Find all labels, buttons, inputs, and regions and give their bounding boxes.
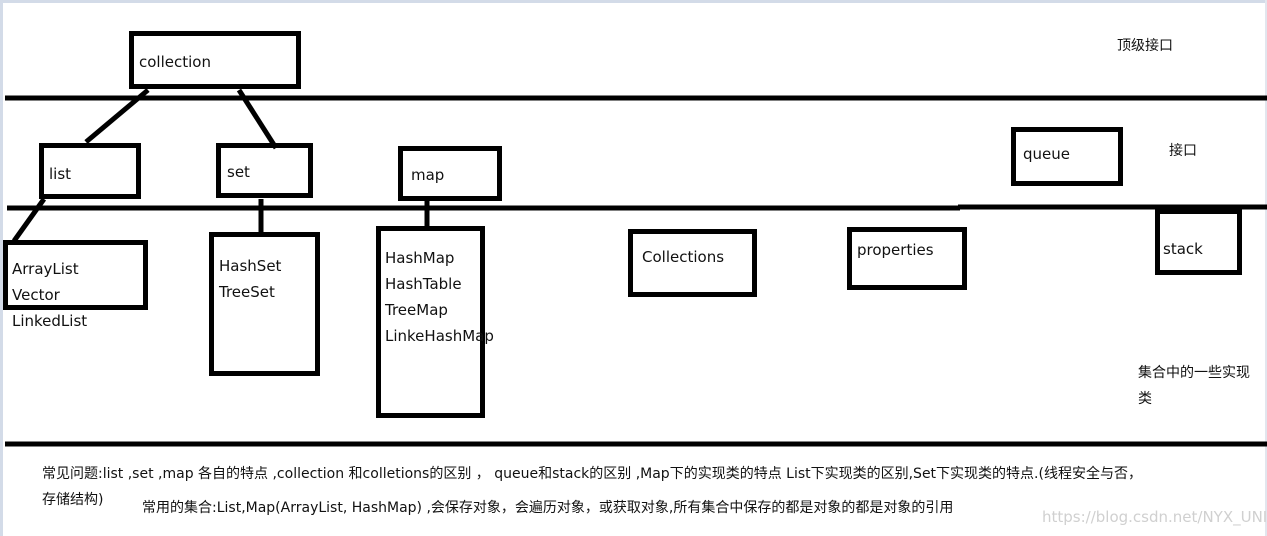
set-impl-hashset: HashSet — [219, 257, 282, 275]
interfaces-tier-label: 接口 — [1169, 143, 1197, 159]
faq-line-2: 存储结构) — [42, 492, 104, 508]
implementations-tier-label-line1: 集合中的一些实现 — [1138, 365, 1250, 381]
connector-list-impls — [11, 197, 47, 243]
faq-line-1: 常见问题:list ,set ,map 各自的特点 ,collection 和c… — [42, 466, 1142, 482]
properties-label: properties — [857, 241, 934, 259]
set-label: set — [227, 163, 250, 181]
collections-label: Collections — [642, 248, 725, 266]
map-label: map — [411, 166, 445, 184]
list-label: list — [49, 165, 72, 183]
queue-label: queue — [1023, 145, 1070, 163]
implementations-tier-label-line2: 类 — [1138, 391, 1152, 407]
collection-label: collection — [139, 53, 211, 71]
map-impl-hashmap: HashMap — [385, 249, 455, 267]
list-impl-vector: Vector — [12, 286, 60, 304]
top-level-tier-label: 顶级接口 — [1117, 38, 1173, 54]
list-impl-linkedlist: LinkedList — [12, 312, 88, 330]
watermark: https://blog.csdn.net/NYX_UNI — [1042, 508, 1267, 526]
common-collections-note: 常用的集合:List,Map(ArrayList, HashMap) ,会保存对… — [142, 500, 954, 516]
map-impl-linkehashmap: LinkeHashMap — [385, 327, 494, 345]
stack-label: stack — [1163, 240, 1203, 258]
map-impl-treemap: TreeMap — [385, 301, 448, 319]
set-impl-treeset: TreeSet — [219, 283, 275, 301]
list-impl-arraylist: ArrayList — [12, 260, 79, 278]
map-impl-hashtable: HashTable — [385, 275, 462, 293]
